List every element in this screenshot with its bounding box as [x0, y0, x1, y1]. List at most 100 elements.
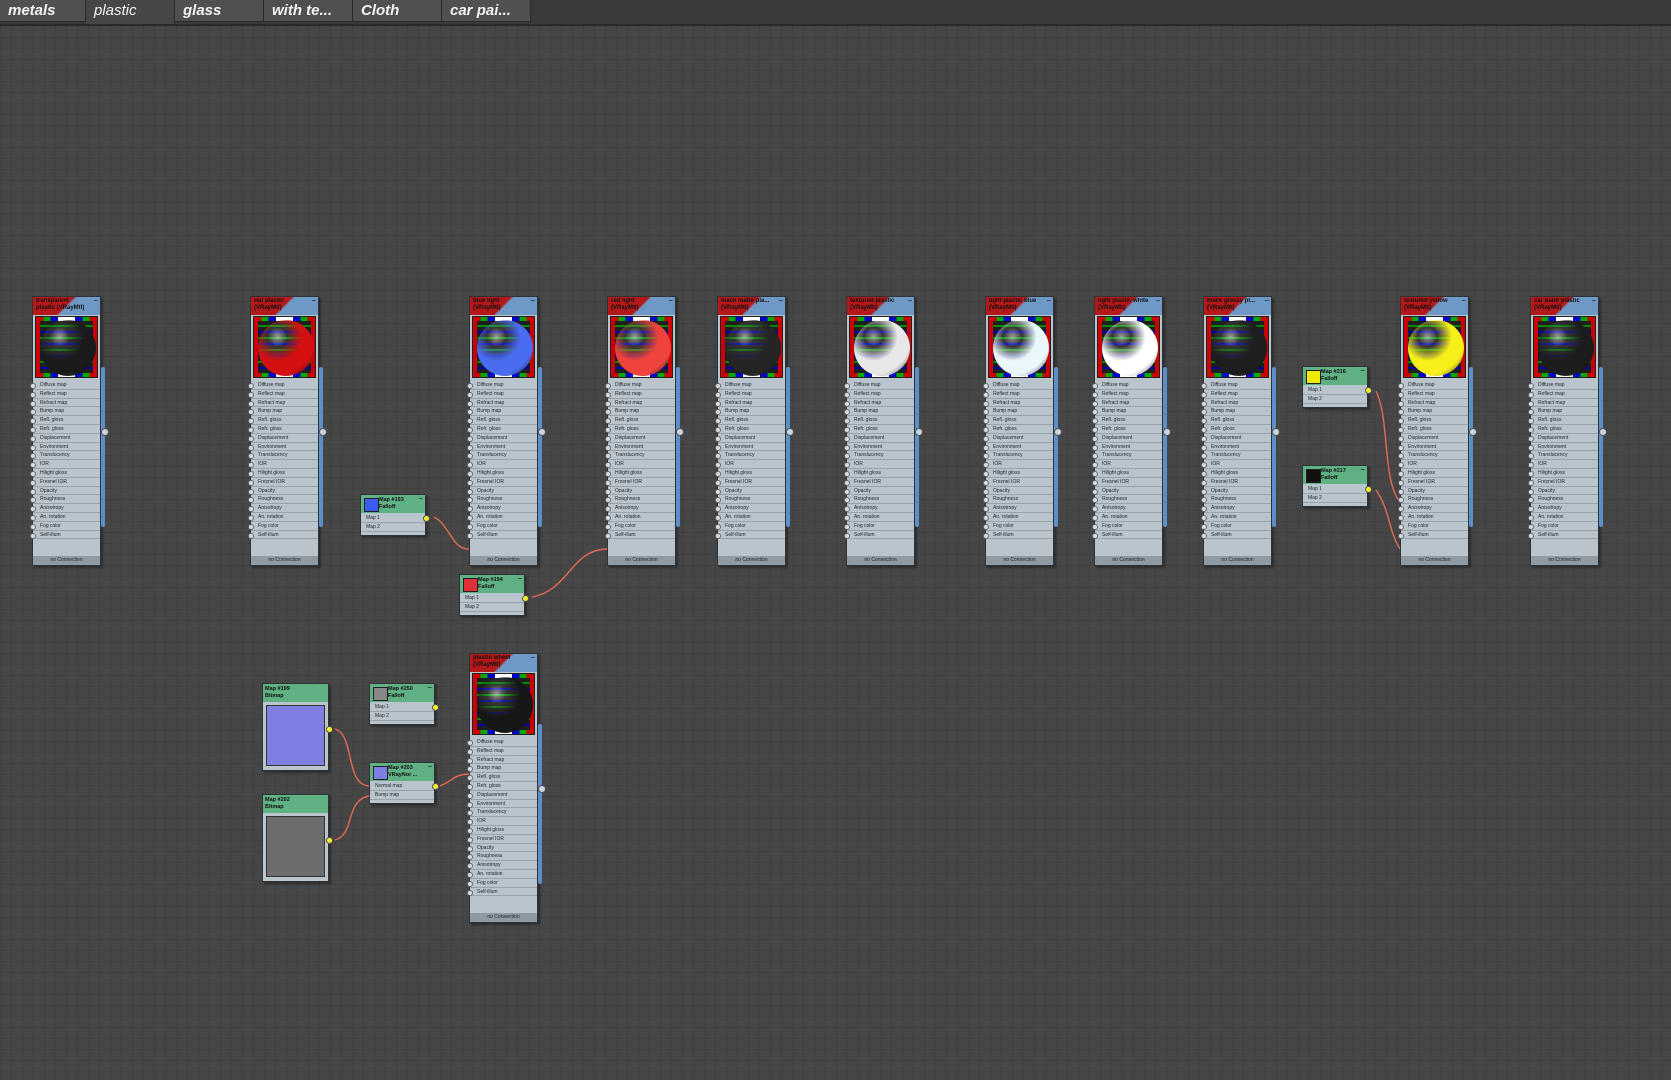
material-slot[interactable]: Diffuse map: [467, 381, 537, 390]
material-slot[interactable]: Refl. gloss: [248, 416, 318, 425]
material-slot[interactable]: Fog color: [1201, 522, 1271, 531]
material-slot[interactable]: Fresnel IOR: [467, 835, 537, 844]
material-slot[interactable]: Reflect map: [1528, 390, 1598, 399]
material-header[interactable]: textured yellow (VRayMtl) −: [1401, 297, 1468, 315]
material-slot[interactable]: Refract map: [844, 399, 914, 408]
map-slot[interactable]: Map 1: [370, 703, 434, 712]
material-node[interactable]: plastic wheel (VRayMtl) − Diffuse map Ref…: [467, 653, 546, 923]
material-slot[interactable]: Refl. gloss: [1398, 416, 1468, 425]
map-slot[interactable]: Map 1: [1303, 386, 1367, 395]
material-slot[interactable]: Opacity: [1398, 487, 1468, 496]
material-slot[interactable]: Refr. gloss: [605, 425, 675, 434]
material-slot[interactable]: Hilight gloss: [715, 469, 785, 478]
material-slot[interactable]: Opacity: [1092, 487, 1162, 496]
material-slot[interactable]: Self-illum: [248, 531, 318, 540]
output-socket[interactable]: [432, 783, 439, 790]
material-slot[interactable]: Roughness: [467, 852, 537, 862]
bitmap-node[interactable]: Map #202 Bitmap: [262, 794, 333, 882]
material-slot[interactable]: Hilight gloss: [605, 469, 675, 478]
material-slot[interactable]: Bump map: [1398, 407, 1468, 417]
material-slot[interactable]: Refl. gloss: [1528, 416, 1598, 425]
material-slot[interactable]: Self-illum: [715, 531, 785, 540]
material-header[interactable]: red light (VRayMtl) −: [608, 297, 675, 315]
output-socket[interactable]: [101, 428, 109, 436]
tab-cloth[interactable]: Cloth: [353, 0, 442, 22]
material-slot[interactable]: Diffuse map: [467, 738, 537, 747]
material-slot[interactable]: An. rotation: [30, 513, 100, 522]
material-slot[interactable]: Anisotropy: [715, 504, 785, 513]
material-header[interactable]: car paint plastic (VRayMtl) −: [1531, 297, 1598, 315]
material-slot[interactable]: Self-illum: [983, 531, 1053, 540]
material-header[interactable]: light plastic blue (VRayMtl) −: [986, 297, 1053, 315]
material-slot[interactable]: Fresnel IOR: [248, 478, 318, 487]
material-slot[interactable]: Anisotropy: [844, 504, 914, 513]
output-socket[interactable]: [1163, 428, 1171, 436]
material-slot[interactable]: Refl. gloss: [605, 416, 675, 425]
material-slot[interactable]: Displacement: [1398, 434, 1468, 443]
material-slot[interactable]: Diffuse map: [1201, 381, 1271, 390]
material-slot[interactable]: IOR: [715, 460, 785, 469]
material-slot[interactable]: IOR: [605, 460, 675, 469]
material-slot[interactable]: Diffuse map: [1528, 381, 1598, 390]
material-slot[interactable]: An. rotation: [605, 513, 675, 522]
material-slot[interactable]: Refr. gloss: [715, 425, 785, 434]
material-slot[interactable]: Bump map: [844, 407, 914, 417]
material-slot[interactable]: Refl. gloss: [983, 416, 1053, 425]
material-slot[interactable]: Refr. gloss: [1201, 425, 1271, 434]
map-header[interactable]: Map #194 Falloff −: [460, 575, 524, 593]
material-slot[interactable]: Bump map: [715, 407, 785, 417]
material-slot[interactable]: Translucency: [844, 451, 914, 461]
material-slot[interactable]: An. rotation: [1528, 513, 1598, 522]
material-slot[interactable]: Refract map: [715, 399, 785, 408]
material-slot[interactable]: Hilight gloss: [467, 469, 537, 478]
material-slot[interactable]: Environment: [844, 443, 914, 452]
material-slot[interactable]: Environment: [1528, 443, 1598, 452]
material-slot[interactable]: An. rotation: [715, 513, 785, 522]
material-slot[interactable]: Roughness: [1528, 495, 1598, 505]
map-slot[interactable]: Map 2: [361, 523, 425, 532]
material-slot[interactable]: Roughness: [1201, 495, 1271, 505]
material-slot[interactable]: Roughness: [30, 495, 100, 505]
output-socket[interactable]: [676, 428, 684, 436]
material-slot[interactable]: Displacement: [467, 434, 537, 443]
material-slot[interactable]: Reflect map: [467, 747, 537, 756]
material-slot[interactable]: Reflect map: [605, 390, 675, 399]
map-node[interactable]: Map #203 VRayNor ... − Normal map Bump ma…: [369, 762, 439, 804]
material-slot[interactable]: Fog color: [248, 522, 318, 531]
material-slot[interactable]: An. rotation: [1398, 513, 1468, 522]
material-node[interactable]: blue light (VRayMtl) − Diffuse map Reflec…: [467, 296, 546, 566]
material-slot[interactable]: Diffuse map: [844, 381, 914, 390]
material-slot[interactable]: An. rotation: [467, 870, 537, 879]
material-slot[interactable]: Environment: [467, 443, 537, 452]
tab-plastic[interactable]: plastic: [86, 0, 175, 24]
material-slot[interactable]: An. rotation: [844, 513, 914, 522]
material-slot[interactable]: Refl. gloss: [467, 416, 537, 425]
material-slot[interactable]: Roughness: [983, 495, 1053, 505]
output-socket[interactable]: [1272, 428, 1280, 436]
material-slot[interactable]: Hilight gloss: [30, 469, 100, 478]
material-slot[interactable]: Diffuse map: [1092, 381, 1162, 390]
material-slot[interactable]: Anisotropy: [605, 504, 675, 513]
collapse-icon[interactable]: −: [517, 575, 522, 583]
material-slot[interactable]: Translucency: [467, 808, 537, 818]
material-slot[interactable]: Refract map: [467, 756, 537, 765]
material-header[interactable]: blue light (VRayMtl) −: [470, 297, 537, 315]
material-slot[interactable]: Translucency: [605, 451, 675, 461]
map-slot[interactable]: Normal map: [370, 782, 434, 791]
material-slot[interactable]: Hilight gloss: [844, 469, 914, 478]
material-header[interactable]: transparent plastic (VRayMtl) −: [33, 297, 100, 315]
tab-glass[interactable]: glass: [175, 0, 264, 22]
material-slot[interactable]: Refr. gloss: [983, 425, 1053, 434]
material-slot[interactable]: Translucency: [1201, 451, 1271, 461]
material-slot[interactable]: Anisotropy: [467, 861, 537, 870]
material-slot[interactable]: Self-illum: [30, 531, 100, 540]
material-slot[interactable]: An. rotation: [1201, 513, 1271, 522]
material-slot[interactable]: Bump map: [1092, 407, 1162, 417]
material-slot[interactable]: Hilight gloss: [1528, 469, 1598, 478]
material-slot[interactable]: Fog color: [467, 879, 537, 888]
material-slot[interactable]: Fresnel IOR: [467, 478, 537, 487]
collapse-icon[interactable]: −: [1591, 297, 1596, 305]
map-header[interactable]: Map #193 Falloff −: [361, 495, 425, 513]
material-slot[interactable]: Opacity: [605, 487, 675, 496]
material-slot[interactable]: Refl. gloss: [844, 416, 914, 425]
